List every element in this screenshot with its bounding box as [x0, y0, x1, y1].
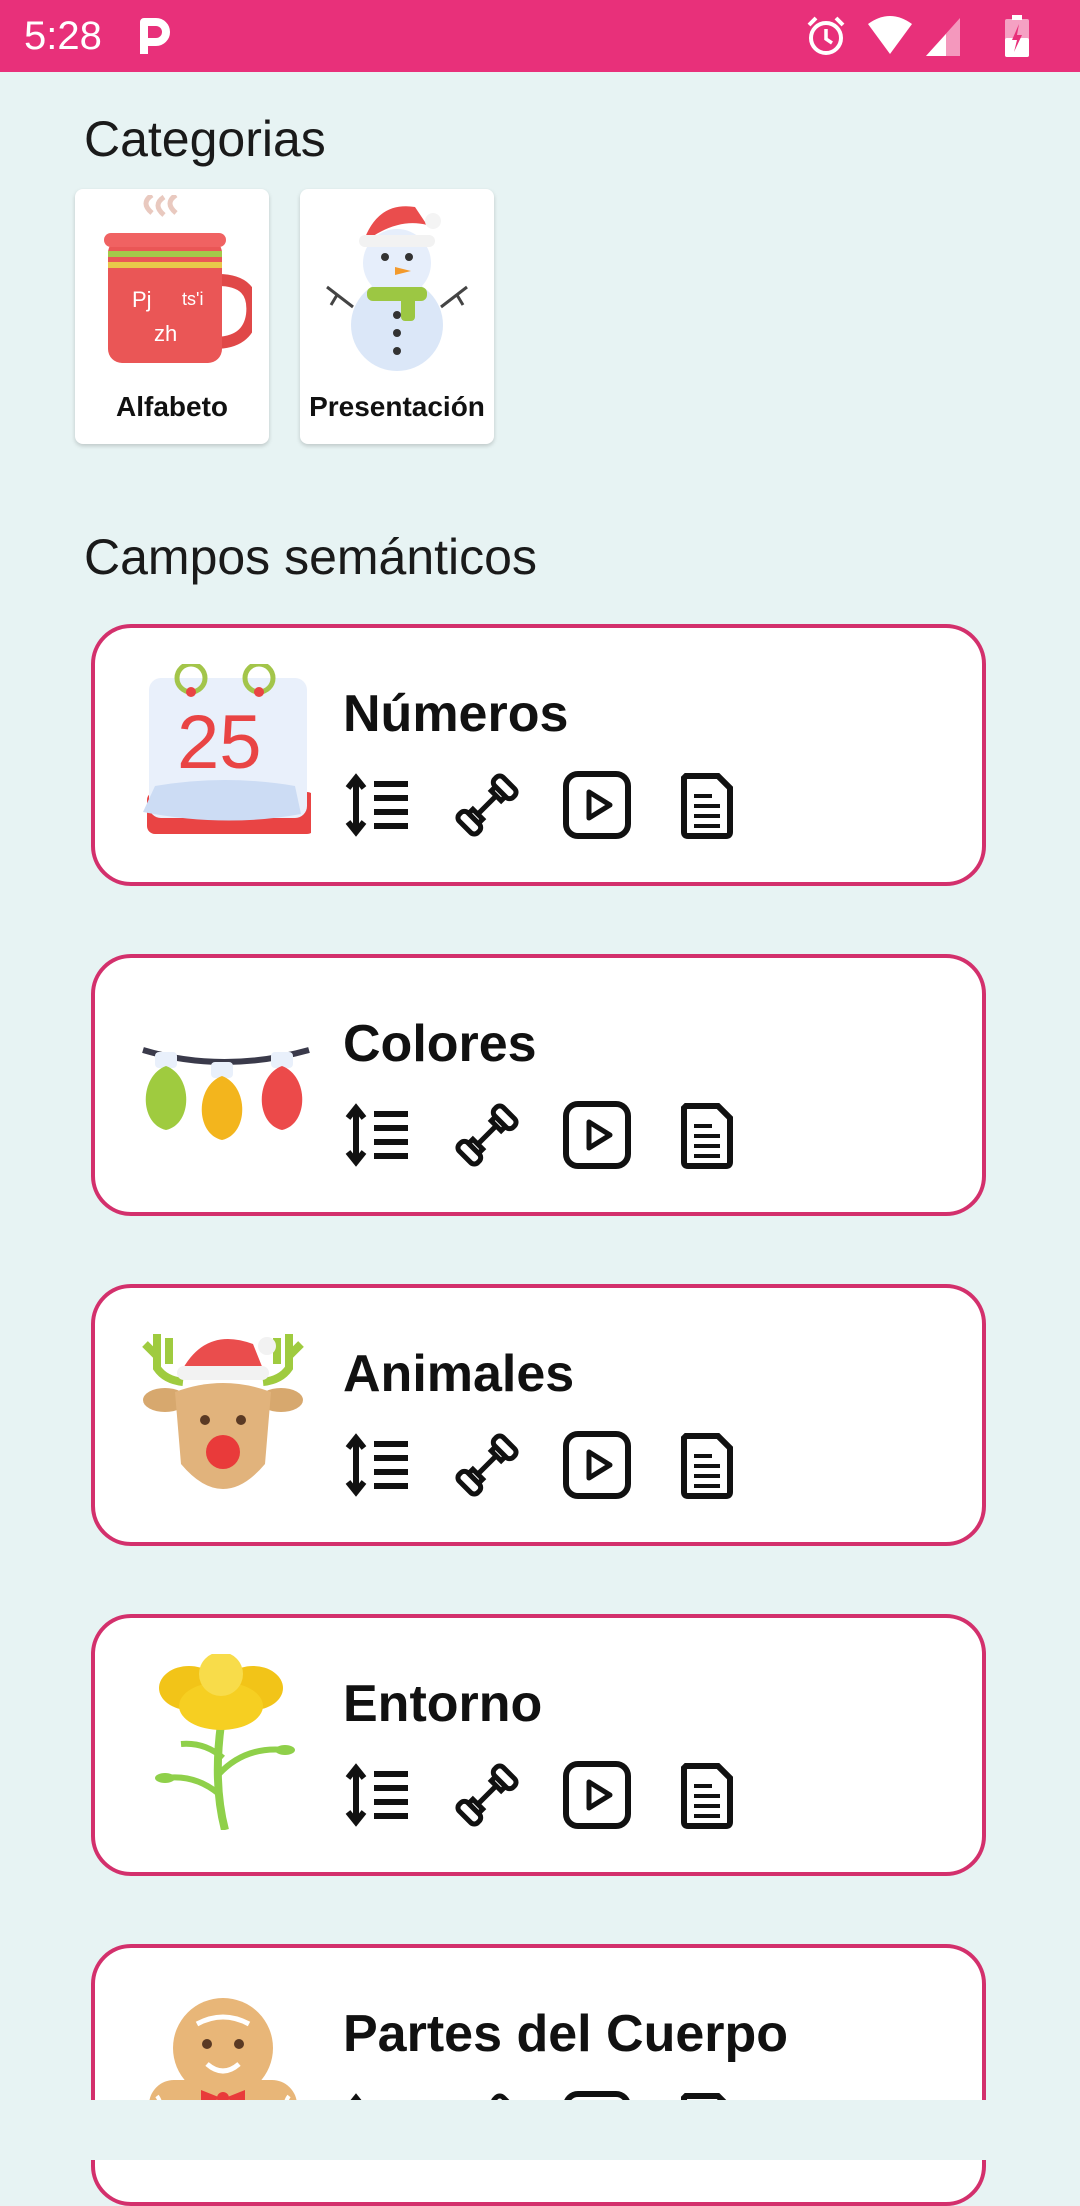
document-button[interactable]: [672, 770, 742, 840]
field-card-colores[interactable]: Colores: [91, 954, 986, 1216]
video-button[interactable]: [562, 1760, 632, 1830]
practice-button[interactable]: [452, 1760, 522, 1830]
mug-text-3: zh: [154, 321, 177, 346]
alarm-icon: [807, 16, 845, 55]
dumbbell-icon: [455, 1103, 519, 1167]
document-button[interactable]: [672, 1430, 742, 1500]
mug-text-2: ts'i: [182, 289, 203, 309]
field-card-partes-del-cuerpo[interactable]: Partes del Cuerpo: [91, 1944, 986, 2206]
list-sort-icon: [345, 1433, 408, 1497]
play-icon: [563, 1101, 631, 1169]
field-title: Entorno: [343, 1675, 543, 1733]
p-icon: [140, 18, 170, 54]
battery-icon: [1005, 15, 1029, 57]
semantic-fields-title: Campos semánticos: [84, 529, 537, 585]
category-label: Alfabeto: [116, 391, 228, 422]
flower-icon: [155, 1654, 295, 1830]
field-card-numeros[interactable]: 25 Números: [91, 624, 986, 886]
field-title: Animales: [343, 1345, 575, 1403]
play-icon: [563, 771, 631, 839]
video-button[interactable]: [562, 1430, 632, 1500]
lights-icon: [142, 1047, 310, 1140]
mug-icon: Pj ts'i zh: [104, 195, 252, 363]
dumbbell-icon: [455, 1763, 519, 1827]
calendar-icon: 25: [143, 664, 311, 834]
list-button[interactable]: [342, 1430, 412, 1500]
wifi-icon: [868, 16, 912, 54]
list-button[interactable]: [342, 770, 412, 840]
practice-button[interactable]: [452, 1100, 522, 1170]
list-button[interactable]: [342, 1100, 412, 1170]
document-icon: [681, 1103, 733, 1169]
list-sort-icon: [345, 773, 408, 837]
reindeer-icon: [142, 1334, 304, 1489]
field-title: Partes del Cuerpo: [343, 2005, 789, 2063]
document-button[interactable]: [672, 1760, 742, 1830]
practice-button[interactable]: [452, 1430, 522, 1500]
document-button[interactable]: [672, 1100, 742, 1170]
document-icon: [681, 773, 733, 839]
play-icon: [563, 1761, 631, 1829]
field-card-animales[interactable]: Animales: [91, 1284, 986, 1546]
category-card-presentacion[interactable]: Presentación: [300, 189, 494, 444]
calendar-number: 25: [177, 700, 262, 785]
video-button[interactable]: [562, 770, 632, 840]
play-icon: [563, 1431, 631, 1499]
dumbbell-icon: [455, 773, 519, 837]
categories-title: Categorias: [84, 111, 326, 167]
dumbbell-icon: [455, 1433, 519, 1497]
signal-icon: [926, 18, 960, 56]
field-title: Números: [343, 685, 569, 743]
snowman-icon: [326, 206, 468, 371]
status-time: 5:28: [24, 14, 102, 58]
category-card-alfabeto[interactable]: Pj ts'i zh Alfabeto: [75, 189, 269, 444]
practice-button[interactable]: [452, 770, 522, 840]
list-button[interactable]: [342, 1760, 412, 1830]
status-bar: 5:28: [0, 0, 1080, 72]
category-label: Presentación: [309, 391, 485, 422]
bottom-area: [0, 2100, 1080, 2160]
document-icon: [681, 1763, 733, 1829]
video-button[interactable]: [562, 1100, 632, 1170]
list-sort-icon: [345, 1763, 408, 1827]
field-card-entorno[interactable]: Entorno: [91, 1614, 986, 1876]
list-sort-icon: [345, 1103, 408, 1167]
mug-text-1: Pj: [132, 287, 152, 312]
field-title: Colores: [343, 1015, 537, 1073]
document-icon: [681, 1433, 733, 1499]
